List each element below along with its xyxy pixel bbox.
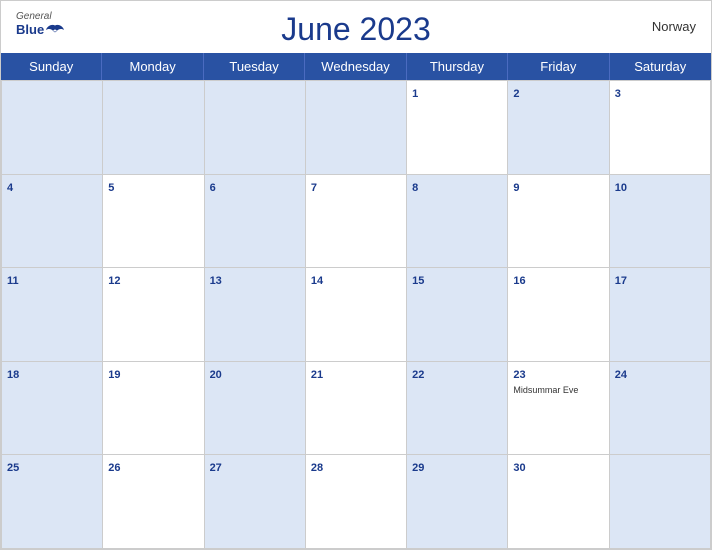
calendar-cell-w1d4: 8 (407, 175, 508, 269)
calendar-container: General Blue June 2023 Norway SundayMond… (0, 0, 712, 550)
day-header-friday: Friday (508, 53, 609, 80)
logo-general: General (16, 11, 52, 22)
calendar-cell-w0d0 (2, 81, 103, 175)
calendar-cell-w3d5: 23 Midsummar Eve (508, 362, 609, 456)
calendar-cell-w3d3: 21 (306, 362, 407, 456)
calendar-cell-w2d2: 13 (205, 268, 306, 362)
month-title: June 2023 (281, 11, 430, 48)
calendar-cell-w0d5: 2 (508, 81, 609, 175)
calendar-cell-w2d4: 15 (407, 268, 508, 362)
calendar-header: General Blue June 2023 Norway (1, 1, 711, 53)
date-number: 11 (7, 275, 19, 287)
date-number: 14 (311, 275, 323, 287)
calendar-cell-w2d3: 14 (306, 268, 407, 362)
calendar-cell-w4d6 (610, 455, 711, 549)
calendar-cell-w1d1: 5 (103, 175, 204, 269)
date-number: 12 (108, 275, 120, 287)
calendar-cell-w0d1 (103, 81, 204, 175)
calendar-cell-w1d0: 4 (2, 175, 103, 269)
day-header-thursday: Thursday (407, 53, 508, 80)
date-number: 24 (615, 369, 627, 381)
calendar-cell-w3d6: 24 (610, 362, 711, 456)
calendar-cell-w3d4: 22 (407, 362, 508, 456)
logo-blue: Blue (16, 22, 44, 37)
calendar-cell-w0d6: 3 (610, 81, 711, 175)
calendar-cell-w2d1: 12 (103, 268, 204, 362)
day-header-sunday: Sunday (1, 53, 102, 80)
days-header: SundayMondayTuesdayWednesdayThursdayFrid… (1, 53, 711, 80)
date-number: 20 (210, 369, 222, 381)
calendar-cell-w4d5: 30 (508, 455, 609, 549)
calendar-cell-w1d5: 9 (508, 175, 609, 269)
calendar-cell-w0d4: 1 (407, 81, 508, 175)
logo-general-text: General Blue (16, 11, 64, 37)
calendar-cell-w4d4: 29 (407, 455, 508, 549)
date-number: 6 (210, 182, 216, 194)
calendar-cell-w4d3: 28 (306, 455, 407, 549)
date-number: 13 (210, 275, 222, 287)
calendar-cell-w1d3: 7 (306, 175, 407, 269)
event-label: Midsummar Eve (513, 385, 603, 395)
day-header-saturday: Saturday (610, 53, 711, 80)
date-number: 27 (210, 462, 222, 474)
calendar-cell-w3d1: 19 (103, 362, 204, 456)
date-number: 10 (615, 182, 627, 194)
calendar-cell-w0d3 (306, 81, 407, 175)
calendar-cell-w2d6: 17 (610, 268, 711, 362)
date-number: 18 (7, 369, 19, 381)
calendar-cell-w1d6: 10 (610, 175, 711, 269)
calendar-cell-w1d2: 6 (205, 175, 306, 269)
date-number: 3 (615, 88, 621, 100)
date-number: 7 (311, 182, 317, 194)
date-number: 16 (513, 275, 525, 287)
calendar-cell-w2d5: 16 (508, 268, 609, 362)
day-header-tuesday: Tuesday (204, 53, 305, 80)
date-number: 19 (108, 369, 120, 381)
calendar-cell-w2d0: 11 (2, 268, 103, 362)
calendar-cell-w3d0: 18 (2, 362, 103, 456)
date-number: 29 (412, 462, 424, 474)
calendar-grid: 1234567891011121314151617181920212223Mid… (1, 80, 711, 549)
date-number: 23 (513, 369, 525, 381)
calendar-cell-w4d2: 27 (205, 455, 306, 549)
calendar-cell-w0d2 (205, 81, 306, 175)
logo-area: General Blue (16, 11, 64, 37)
date-number: 4 (7, 182, 13, 194)
date-number: 5 (108, 182, 114, 194)
date-number: 8 (412, 182, 418, 194)
date-number: 15 (412, 275, 424, 287)
day-header-monday: Monday (102, 53, 203, 80)
calendar-cell-w4d1: 26 (103, 455, 204, 549)
calendar-cell-w3d2: 20 (205, 362, 306, 456)
date-number: 21 (311, 369, 323, 381)
date-number: 25 (7, 462, 19, 474)
date-number: 26 (108, 462, 120, 474)
day-header-wednesday: Wednesday (305, 53, 406, 80)
date-number: 17 (615, 275, 627, 287)
logo-bird-icon (46, 23, 64, 37)
date-number: 1 (412, 88, 418, 100)
date-number: 2 (513, 88, 519, 100)
date-number: 30 (513, 462, 525, 474)
country-label: Norway (652, 19, 696, 34)
date-number: 9 (513, 182, 519, 194)
date-number: 22 (412, 369, 424, 381)
calendar-cell-w4d0: 25 (2, 455, 103, 549)
date-number: 28 (311, 462, 323, 474)
